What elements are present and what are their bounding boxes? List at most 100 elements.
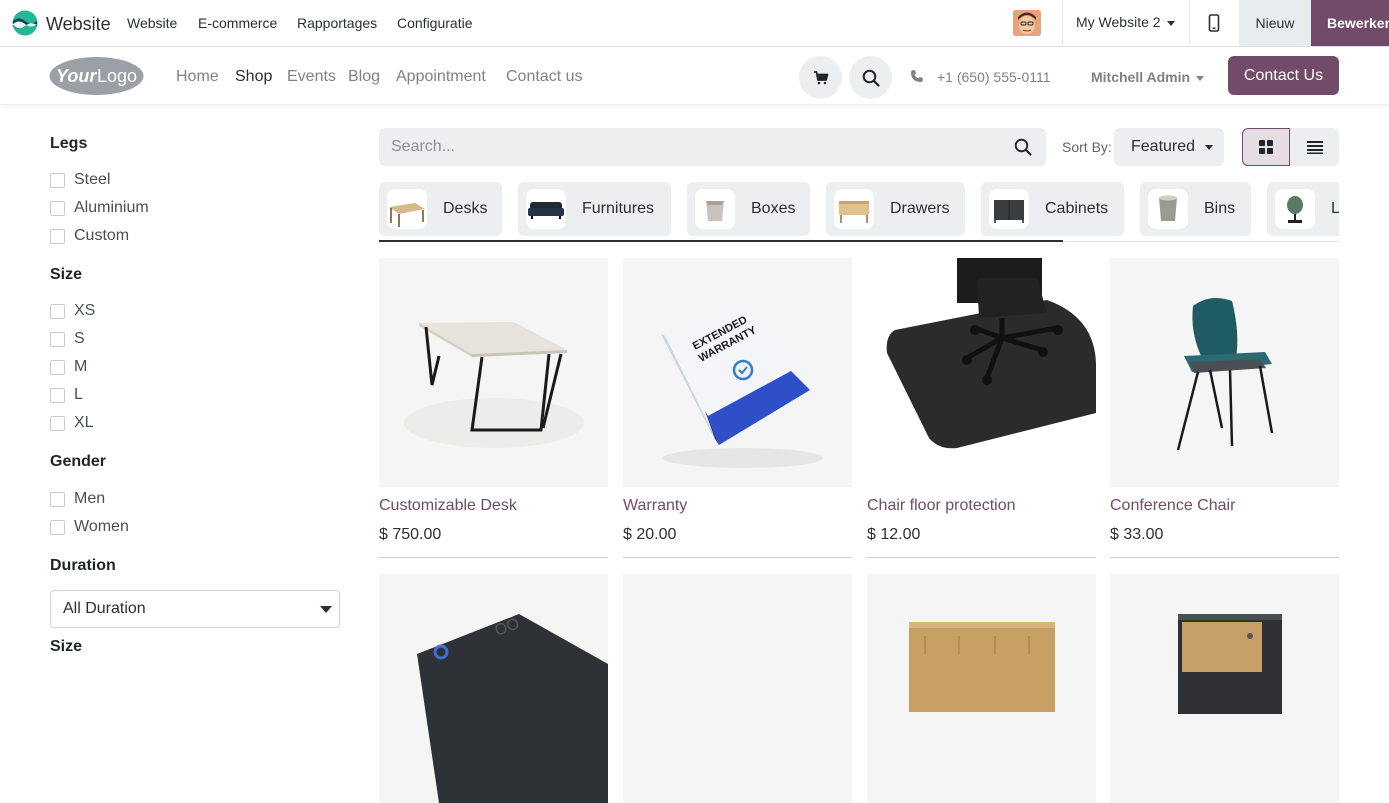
checkbox[interactable] bbox=[50, 415, 65, 431]
filter-title-duration: Duration bbox=[50, 557, 116, 574]
menu-configuration[interactable]: Configuratie bbox=[397, 15, 473, 31]
user-menu[interactable]: Mitchell Admin bbox=[1091, 69, 1205, 85]
filter-option-steel[interactable]: Steel bbox=[50, 170, 110, 190]
product-image[interactable]: OO bbox=[379, 574, 608, 803]
product-name[interactable]: Warranty bbox=[623, 497, 687, 515]
checkbox[interactable] bbox=[50, 200, 65, 216]
category-bins[interactable]: Bins bbox=[1140, 182, 1251, 236]
filter-option-label: Men bbox=[74, 490, 106, 507]
category-cabinets[interactable]: Cabinets bbox=[981, 182, 1124, 236]
filter-option-xs[interactable]: XS bbox=[50, 301, 95, 321]
product-name[interactable]: Chair floor protection bbox=[867, 497, 1016, 515]
checkbox[interactable] bbox=[50, 519, 65, 535]
filter-title-gender: Gender bbox=[50, 453, 107, 470]
chevron-down-icon bbox=[1205, 144, 1214, 150]
nav-appointment[interactable]: Appointment bbox=[396, 68, 486, 86]
divider bbox=[1189, 0, 1190, 46]
app-name[interactable]: Website bbox=[46, 14, 111, 35]
filter-option-label: XS bbox=[74, 302, 96, 319]
checkbox[interactable] bbox=[50, 491, 65, 507]
nav-home[interactable]: Home bbox=[176, 68, 219, 86]
contact-us-button[interactable]: Contact Us bbox=[1228, 56, 1339, 95]
checkbox[interactable] bbox=[50, 172, 65, 188]
category-furnitures[interactable]: Furnitures bbox=[518, 182, 671, 236]
filter-option-label: Custom bbox=[74, 227, 130, 244]
divider bbox=[1062, 0, 1063, 46]
mobile-preview-icon[interactable] bbox=[1208, 14, 1220, 32]
filter-title-legs: Legs bbox=[50, 135, 88, 152]
checkbox[interactable] bbox=[50, 228, 65, 244]
grid-view-button[interactable] bbox=[1242, 128, 1290, 166]
category-lamps[interactable]: L bbox=[1267, 182, 1339, 236]
category-desks[interactable]: Desks bbox=[379, 182, 502, 236]
edit-button[interactable]: Bewerken bbox=[1311, 0, 1389, 46]
filter-option-label: Women bbox=[74, 518, 129, 535]
site-header: Your Logo Home Shop Events Blog Appointm… bbox=[0, 47, 1389, 105]
category-label: Drawers bbox=[890, 200, 950, 217]
search-toggle-button[interactable] bbox=[849, 56, 892, 99]
product-image-floor-mat[interactable] bbox=[867, 258, 1096, 487]
filter-option-custom[interactable]: Custom bbox=[50, 226, 129, 246]
nav-shop[interactable]: Shop bbox=[235, 68, 272, 86]
duration-select[interactable]: All Duration bbox=[50, 590, 340, 628]
odoo-app-icon[interactable] bbox=[12, 10, 38, 36]
filter-option-women[interactable]: Women bbox=[50, 517, 129, 537]
checkbox[interactable] bbox=[50, 303, 65, 319]
divider bbox=[1063, 241, 1339, 242]
menu-ecommerce[interactable]: E-commerce bbox=[198, 15, 277, 31]
divider bbox=[867, 557, 1096, 558]
search-icon[interactable] bbox=[1014, 138, 1032, 156]
svg-text:Your: Your bbox=[56, 66, 97, 86]
duration-select-value: All Duration bbox=[63, 600, 146, 617]
cart-button[interactable] bbox=[799, 56, 842, 99]
filter-option-label: Steel bbox=[74, 171, 111, 188]
new-button[interactable]: Nieuw bbox=[1239, 0, 1311, 46]
product-image-warranty[interactable]: EXTENDED WARRANTY bbox=[623, 258, 852, 487]
phone-number[interactable]: +1 (650) 555-0111 bbox=[937, 69, 1051, 85]
menu-website[interactable]: Website bbox=[127, 15, 177, 31]
product-price: $ 750.00 bbox=[379, 526, 442, 543]
filter-option-men[interactable]: Men bbox=[50, 489, 105, 509]
category-scroll-indicator bbox=[379, 240, 1063, 242]
product-price: $ 33.00 bbox=[1110, 526, 1164, 543]
category-strip: Desks Furnitures Boxes Drawers Cabinets … bbox=[379, 182, 1339, 240]
category-drawers[interactable]: Drawers bbox=[826, 182, 965, 236]
divider bbox=[379, 557, 608, 558]
product-image[interactable] bbox=[867, 574, 1096, 803]
filter-option-m[interactable]: M bbox=[50, 357, 87, 377]
website-switcher[interactable]: My Website 2 bbox=[1076, 14, 1175, 30]
filter-option-aluminium[interactable]: Aluminium bbox=[50, 198, 149, 218]
category-label: Cabinets bbox=[1045, 200, 1109, 217]
filter-option-s[interactable]: S bbox=[50, 329, 85, 349]
category-label: Bins bbox=[1204, 200, 1236, 217]
svg-text:Logo: Logo bbox=[97, 66, 137, 86]
product-image-desk[interactable] bbox=[379, 258, 608, 487]
checkbox[interactable] bbox=[50, 359, 65, 375]
sort-dropdown[interactable]: Featured bbox=[1114, 128, 1224, 166]
filter-option-label: M bbox=[74, 358, 88, 375]
box-thumbnail bbox=[695, 189, 735, 229]
category-boxes[interactable]: Boxes bbox=[687, 182, 810, 236]
menu-reports[interactable]: Rapportages bbox=[297, 15, 377, 31]
list-view-button[interactable] bbox=[1290, 128, 1339, 166]
user-avatar[interactable] bbox=[1013, 10, 1041, 36]
search-icon bbox=[862, 69, 880, 87]
nav-blog[interactable]: Blog bbox=[348, 68, 380, 86]
product-name[interactable]: Conference Chair bbox=[1110, 497, 1235, 515]
search-input[interactable] bbox=[379, 128, 999, 166]
filter-option-label: S bbox=[74, 330, 85, 347]
product-image-conference-chair[interactable] bbox=[1110, 258, 1339, 487]
product-name[interactable]: Customizable Desk bbox=[379, 497, 517, 515]
filter-option-l[interactable]: L bbox=[50, 385, 83, 405]
product-image[interactable] bbox=[1110, 574, 1339, 803]
nav-contact-us[interactable]: Contact us bbox=[506, 68, 582, 86]
product-image[interactable] bbox=[623, 574, 852, 803]
grid-icon bbox=[1259, 140, 1273, 154]
filter-option-xl[interactable]: XL bbox=[50, 413, 94, 433]
nav-events[interactable]: Events bbox=[287, 68, 336, 86]
user-name: Mitchell Admin bbox=[1091, 69, 1191, 85]
category-label: L bbox=[1331, 200, 1339, 217]
site-logo[interactable]: Your Logo bbox=[48, 56, 145, 96]
checkbox[interactable] bbox=[50, 387, 65, 403]
checkbox[interactable] bbox=[50, 331, 65, 347]
